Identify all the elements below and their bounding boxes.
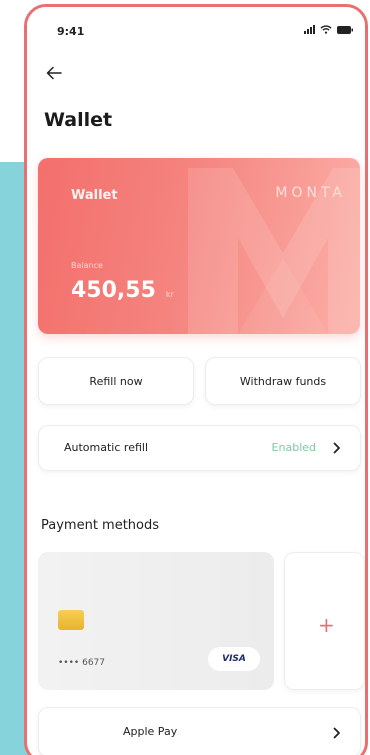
chevron-right-icon <box>333 442 340 454</box>
refill-now-button[interactable]: Refill now <box>38 357 194 405</box>
balance-currency: kr <box>165 290 174 299</box>
battery-icon <box>337 25 353 34</box>
balance-label: Balance <box>71 261 103 270</box>
card-number: •••• 6677 <box>58 658 105 668</box>
add-payment-method-button[interactable]: + <box>284 552 365 690</box>
page-title: Wallet <box>44 109 113 131</box>
wallet-screen: 9:41 Wallet Wallet MONTA Balance 450,55 … <box>27 7 365 755</box>
phone-frame: 9:41 Wallet Wallet MONTA Balance 450,55 … <box>24 4 368 755</box>
visa-logo: VISA <box>208 647 260 671</box>
wallet-balance-card: Wallet MONTA Balance 450,55 kr <box>38 158 360 334</box>
arrow-left-icon[interactable] <box>43 62 65 84</box>
balance-amount: 450,55 kr <box>71 278 174 303</box>
stage: 9:41 Wallet Wallet MONTA Balance 450,55 … <box>0 0 370 755</box>
wifi-icon <box>320 25 332 34</box>
automatic-refill-label: Automatic refill <box>64 441 148 454</box>
payment-methods-title: Payment methods <box>41 518 160 533</box>
withdraw-funds-button[interactable]: Withdraw funds <box>205 357 361 405</box>
apple-pay-label: Apple Pay <box>123 725 178 738</box>
apple-pay-row[interactable]: Apple Pay <box>38 707 361 755</box>
card-chip-icon <box>58 610 84 630</box>
status-time: 9:41 <box>57 25 85 38</box>
status-icons <box>304 25 353 34</box>
card-name: Wallet <box>71 188 118 203</box>
automatic-refill-status: Enabled <box>271 441 316 454</box>
balance-value: 450,55 <box>71 278 156 303</box>
automatic-refill-row[interactable]: Automatic refill Enabled <box>38 425 361 471</box>
plus-icon: + <box>318 613 335 637</box>
chevron-right-icon <box>333 727 340 739</box>
signal-icon <box>304 25 315 34</box>
payment-card-visa[interactable]: •••• 6677 VISA <box>38 552 274 690</box>
brand-logo: MONTA <box>275 185 346 201</box>
